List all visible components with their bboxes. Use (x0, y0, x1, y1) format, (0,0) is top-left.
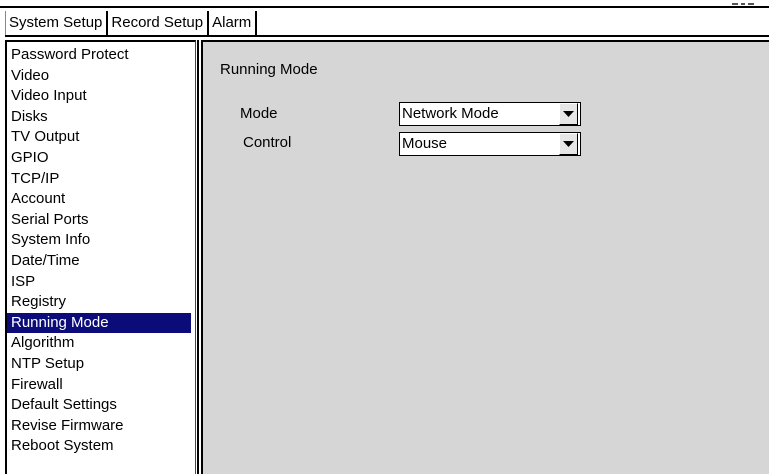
sidebar-list: Password Protect Video Video Input Disks… (7, 42, 195, 457)
sidebar-item-running-mode[interactable]: Running Mode (7, 312, 191, 334)
sidebar-item-video[interactable]: Video (7, 66, 195, 87)
tab-record-setup[interactable]: Record Setup (108, 11, 210, 35)
mode-dropdown-button[interactable] (559, 103, 578, 125)
control-label: Control (243, 134, 292, 151)
control-select-value: Mouse (402, 135, 448, 152)
sidebar-item-revise-firmware[interactable]: Revise Firmware (7, 416, 195, 437)
sidebar-item-password-protect[interactable]: Password Protect (7, 45, 195, 66)
sidebar-item-tv-output[interactable]: TV Output (7, 127, 195, 148)
sidebar-item-video-input[interactable]: Video Input (7, 86, 195, 107)
mode-select-value: Network Mode (402, 105, 499, 122)
panel-divider (197, 40, 199, 474)
sidebar-item-gpio[interactable]: GPIO (7, 148, 195, 169)
tab-alarm[interactable]: Alarm (209, 11, 258, 35)
sidebar-item-isp[interactable]: ISP (7, 272, 195, 293)
sidebar-item-reboot-system[interactable]: Reboot System (7, 436, 195, 457)
mode-select[interactable]: Network Mode (399, 102, 581, 126)
sidebar-item-date-time[interactable]: Date/Time (7, 251, 195, 272)
sidebar-item-account[interactable]: Account (7, 189, 195, 210)
mode-label: Mode (240, 105, 278, 122)
sidebar-item-registry[interactable]: Registry (7, 292, 195, 313)
tab-bar-underline (5, 35, 769, 37)
window-corner-mark (732, 0, 754, 6)
sidebar-item-tcp-ip[interactable]: TCP/IP (7, 169, 195, 190)
tab-bar: System Setup Record Setup Alarm (5, 11, 258, 35)
sidebar-item-serial-ports[interactable]: Serial Ports (7, 210, 195, 231)
sidebar-item-default-settings[interactable]: Default Settings (7, 395, 195, 416)
chevron-down-icon (563, 140, 574, 147)
sidebar-item-firewall[interactable]: Firewall (7, 375, 195, 396)
sidebar-item-disks[interactable]: Disks (7, 107, 195, 128)
window-top-border (0, 6, 769, 8)
page-title: Running Mode (220, 61, 318, 78)
sidebar-item-system-info[interactable]: System Info (7, 230, 195, 251)
tab-system-setup[interactable]: System Setup (5, 11, 109, 35)
sidebar-item-algorithm[interactable]: Algorithm (7, 333, 195, 354)
control-dropdown-button[interactable] (559, 133, 578, 155)
chevron-down-icon (563, 110, 574, 117)
settings-panel: Running Mode Mode Network Mode Control M… (203, 40, 769, 474)
settings-sidebar: Password Protect Video Video Input Disks… (5, 40, 196, 474)
control-select[interactable]: Mouse (399, 132, 581, 156)
sidebar-item-ntp-setup[interactable]: NTP Setup (7, 354, 195, 375)
